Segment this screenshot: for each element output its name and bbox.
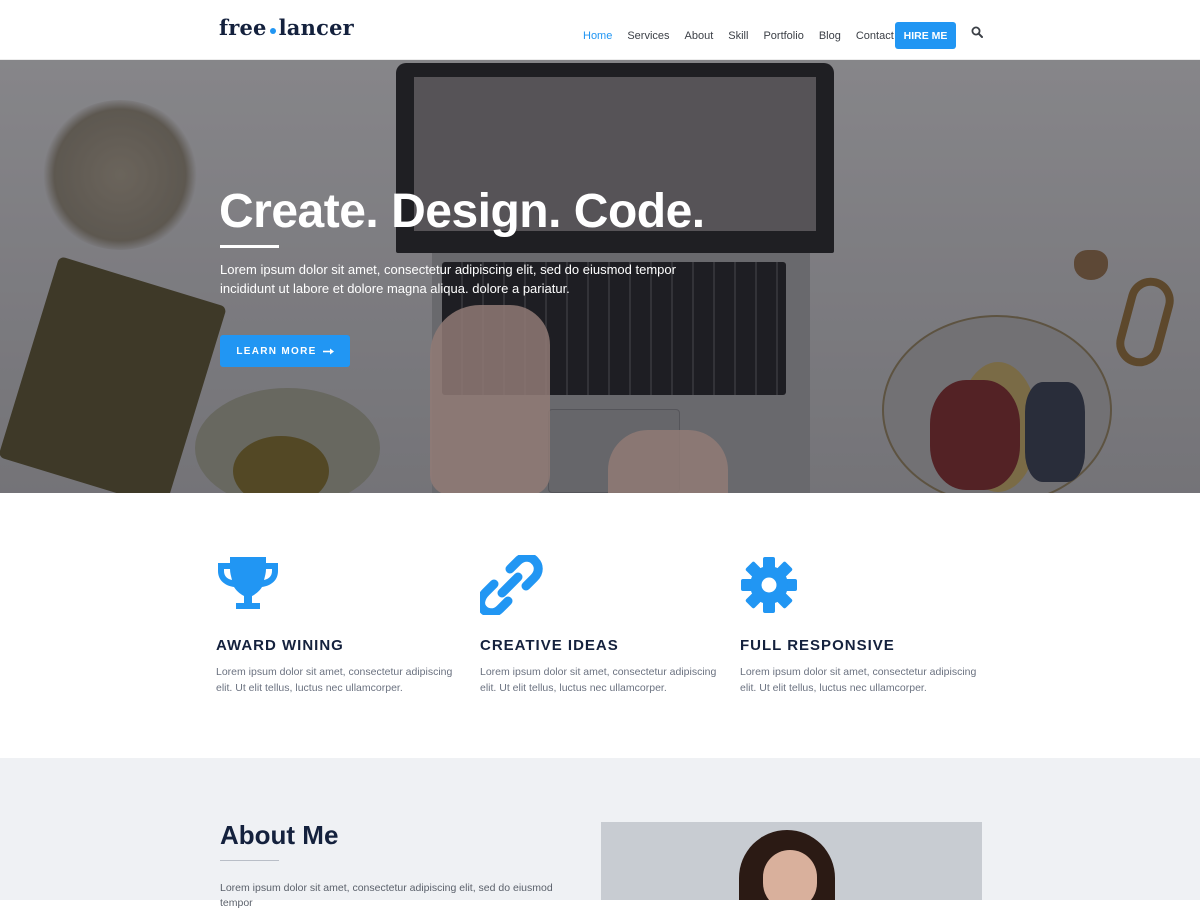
main-nav: Home Services About Skill Portfolio Blog…	[583, 30, 909, 42]
site-header: free lancer Home Services About Skill Po…	[0, 0, 1200, 60]
about-title: About Me	[220, 820, 339, 850]
link-icon	[476, 552, 543, 618]
learn-more-button[interactable]: LEARN MORE	[220, 335, 350, 367]
logo-dot	[269, 28, 276, 34]
nav-item-home[interactable]: Home	[583, 30, 612, 42]
feature-creative-title: CREATIVE IDEAS	[480, 637, 619, 654]
logo-text-left: free	[219, 15, 267, 40]
feature-award-text: Lorem ipsum dolor sit amet, consectetur …	[216, 666, 453, 694]
hire-me-button[interactable]: HIRE ME	[895, 22, 956, 49]
nav-item-skill[interactable]: Skill	[728, 30, 748, 42]
about-photo-face	[763, 850, 817, 900]
learn-more-label: LEARN MORE	[236, 345, 317, 357]
nav-item-blog[interactable]: Blog	[819, 30, 841, 42]
search-icon[interactable]	[971, 26, 983, 38]
about-text: Lorem ipsum dolor sit amet, consectetur …	[220, 882, 553, 909]
about-photo	[601, 822, 982, 900]
hero-section: Create. Design. Code. Lorem ipsum dolor …	[0, 60, 1200, 493]
feature-responsive: FULL RESPONSIVE Lorem ipsum dolor sit am…	[740, 555, 980, 694]
logo-text-right: lancer	[278, 15, 354, 40]
nav-item-about[interactable]: About	[685, 30, 714, 42]
trophy-icon	[218, 557, 278, 609]
hero-description: Lorem ipsum dolor sit amet, consectetur …	[220, 262, 676, 296]
nav-item-services[interactable]: Services	[627, 30, 669, 42]
about-divider	[220, 860, 279, 861]
feature-creative-text: Lorem ipsum dolor sit amet, consectetur …	[480, 666, 717, 694]
nav-item-portfolio[interactable]: Portfolio	[763, 30, 803, 42]
feature-award-title: AWARD WINING	[216, 637, 344, 654]
hero-title: Create. Design. Code.	[219, 185, 705, 238]
feature-responsive-text: Lorem ipsum dolor sit amet, consectetur …	[740, 666, 977, 694]
arrow-right-icon	[322, 348, 334, 354]
feature-award: AWARD WINING Lorem ipsum dolor sit amet,…	[216, 555, 456, 694]
about-section: About Me Lorem ipsum dolor sit amet, con…	[0, 758, 1200, 909]
hero-divider	[220, 245, 279, 248]
feature-creative: CREATIVE IDEAS Lorem ipsum dolor sit ame…	[476, 552, 720, 694]
feature-responsive-title: FULL RESPONSIVE	[740, 637, 895, 654]
nav-item-contact[interactable]: Contact	[856, 30, 894, 42]
gear-icon	[741, 557, 797, 613]
site-logo[interactable]: free lancer	[219, 15, 354, 40]
